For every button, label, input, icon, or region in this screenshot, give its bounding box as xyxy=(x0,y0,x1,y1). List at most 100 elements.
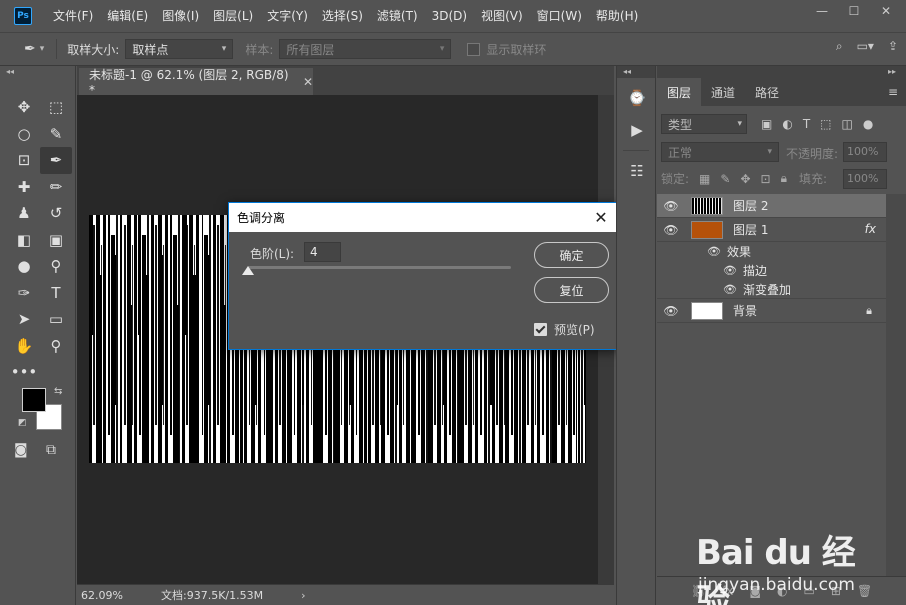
screen-mode-icon[interactable]: ⧉ xyxy=(46,442,56,458)
actions-panel-icon[interactable]: ▶ xyxy=(617,114,657,146)
properties-panel-icon[interactable]: ☷ xyxy=(617,155,657,187)
show-ring-checkbox[interactable] xyxy=(467,42,481,56)
visibility-eye-icon[interactable]: 👁︎ xyxy=(723,264,737,277)
swap-colors-icon[interactable]: ⇆ xyxy=(54,386,62,397)
fx-icon[interactable]: fx xyxy=(865,222,876,236)
move-tool-icon[interactable]: ✥ xyxy=(8,94,40,121)
pen-tool-icon[interactable]: ✑ xyxy=(8,280,40,307)
close-icon[interactable]: ✕ xyxy=(303,75,313,89)
levels-input[interactable] xyxy=(304,242,341,262)
lock-position-icon[interactable]: ✥ xyxy=(740,172,750,186)
adjustment-filter-icon[interactable]: ◐ xyxy=(782,117,792,131)
expand-icon[interactable]: ▸▸ xyxy=(657,66,906,78)
healing-brush-tool-icon[interactable]: ✚ xyxy=(8,174,40,201)
chevron-down-icon[interactable]: ▾ xyxy=(40,44,45,54)
menu-3d[interactable]: 3D(D) xyxy=(425,0,474,32)
effects-row[interactable]: 👁︎ 效果 xyxy=(657,242,886,261)
share-icon[interactable]: ⇪ xyxy=(888,39,898,54)
default-colors-icon[interactable]: ◩ xyxy=(18,418,27,428)
ok-button[interactable]: 确定 xyxy=(534,242,609,268)
maximize-button[interactable]: ☐ xyxy=(838,0,870,22)
search-icon[interactable]: ⌕ xyxy=(836,39,843,54)
menu-filter[interactable]: 滤镜(T) xyxy=(370,0,425,32)
quick-select-tool-icon[interactable]: ✎ xyxy=(40,121,72,148)
eyedropper-tool-icon[interactable]: ✒ xyxy=(40,147,72,174)
layer-row[interactable]: 👁︎ 图层 1 fx xyxy=(657,218,886,242)
sample-select[interactable]: 所有图层 ▾ xyxy=(279,39,452,59)
stamp-tool-icon[interactable]: ♟ xyxy=(8,200,40,227)
tab-layers[interactable]: 图层 xyxy=(657,78,702,106)
brush-tool-icon[interactable]: ✏ xyxy=(40,174,72,201)
lock-all-icon[interactable]: 🔒︎ xyxy=(781,171,787,186)
eraser-tool-icon[interactable]: ◧ xyxy=(8,227,40,254)
visibility-eye-icon[interactable]: 👁︎ xyxy=(723,283,737,296)
gradient-tool-icon[interactable]: ▣ xyxy=(40,227,72,254)
preview-checkbox-row[interactable]: 预览(P) xyxy=(534,321,595,338)
sample-size-select[interactable]: 取样点 ▾ xyxy=(125,39,234,59)
close-window-button[interactable]: ✕ xyxy=(870,0,902,22)
lasso-tool-icon[interactable]: ○ xyxy=(8,121,40,148)
fill-input[interactable]: 100% xyxy=(843,169,887,189)
pixel-filter-icon[interactable]: ▣ xyxy=(761,117,772,131)
path-select-tool-icon[interactable]: ➤ xyxy=(8,306,40,333)
layer-row[interactable]: 👁︎ 图层 2 xyxy=(657,194,886,218)
menu-window[interactable]: 窗口(W) xyxy=(530,0,589,32)
more-tools-icon[interactable]: ••• xyxy=(8,359,40,386)
rectangle-tool-icon[interactable]: ▭ xyxy=(40,306,72,333)
history-brush-tool-icon[interactable]: ↺ xyxy=(40,200,72,227)
lock-image-icon[interactable]: ✎ xyxy=(720,172,730,186)
tab-channels[interactable]: 通道 xyxy=(701,78,745,106)
history-panel-icon[interactable]: ⌚ xyxy=(617,82,657,114)
collapse-icon[interactable]: ◂◂ xyxy=(0,66,75,78)
panel-menu-icon[interactable]: ≡ xyxy=(888,85,898,99)
menu-edit[interactable]: 编辑(E) xyxy=(100,0,155,32)
menu-select[interactable]: 选择(S) xyxy=(315,0,370,32)
effects-label: 效果 xyxy=(726,245,751,259)
menu-help[interactable]: 帮助(H) xyxy=(589,0,645,32)
close-icon[interactable]: ✕ xyxy=(590,206,612,228)
layer-row[interactable]: 👁︎ 背景 🔒︎ xyxy=(657,299,886,323)
marquee-tool-icon[interactable]: ⬚ xyxy=(40,94,72,121)
hand-tool-icon[interactable]: ✋ xyxy=(8,333,40,360)
effect-gradient-overlay-row[interactable]: 👁︎ 渐变叠加 xyxy=(657,280,886,299)
blend-mode-select[interactable]: 正常 ▾ xyxy=(661,142,779,162)
levels-slider[interactable] xyxy=(248,266,511,269)
reset-button[interactable]: 复位 xyxy=(534,277,609,303)
quick-mask-icon[interactable]: ◙ xyxy=(14,442,28,458)
visibility-eye-icon[interactable]: 👁︎ xyxy=(707,245,721,258)
type-tool-icon[interactable]: T xyxy=(40,280,72,307)
minimize-button[interactable]: — xyxy=(806,0,838,22)
menu-layer[interactable]: 图层(L) xyxy=(206,0,260,32)
document-tab[interactable]: 未标题-1 @ 62.1% (图层 2, RGB/8) * ✕ xyxy=(79,68,313,97)
type-filter-icon[interactable]: T xyxy=(803,117,810,131)
visibility-eye-icon[interactable]: 👁︎ xyxy=(657,199,685,213)
menu-type[interactable]: 文字(Y) xyxy=(260,0,315,32)
blur-tool-icon[interactable]: ● xyxy=(8,253,40,280)
preview-checkbox[interactable] xyxy=(534,323,547,336)
menu-view[interactable]: 视图(V) xyxy=(474,0,530,32)
dodge-tool-icon[interactable]: ⚲ xyxy=(40,253,72,280)
lock-transparent-icon[interactable]: ▦ xyxy=(699,172,710,186)
lock-artboard-icon[interactable]: ⊡ xyxy=(761,172,771,186)
workspace-icon[interactable]: ▭▾ xyxy=(857,39,874,54)
menu-image[interactable]: 图像(I) xyxy=(155,0,206,32)
zoom-level[interactable]: 62.09% xyxy=(81,589,129,602)
layers-scrollbar[interactable] xyxy=(886,194,906,576)
eyedropper-icon[interactable]: ✒ xyxy=(24,41,36,57)
foreground-color-swatch[interactable] xyxy=(22,388,46,412)
tab-paths[interactable]: 路径 xyxy=(745,78,789,106)
effect-stroke-row[interactable]: 👁︎ 描边 xyxy=(657,261,886,280)
layer-filter-select[interactable]: 类型 ▾ xyxy=(661,114,747,134)
shape-filter-icon[interactable]: ⬚ xyxy=(820,117,831,131)
smart-object-filter-icon[interactable]: ◫ xyxy=(842,117,853,131)
collapse-icon[interactable]: ◂◂ xyxy=(617,66,655,78)
visibility-eye-icon[interactable]: 👁︎ xyxy=(657,304,685,318)
menu-file[interactable]: 文件(F) xyxy=(46,0,100,32)
crop-tool-icon[interactable]: ⊡ xyxy=(8,147,40,174)
visibility-eye-icon[interactable]: 👁︎ xyxy=(657,223,685,237)
levels-slider-thumb[interactable] xyxy=(242,266,254,275)
opacity-input[interactable]: 100% xyxy=(843,142,887,162)
chevron-right-icon[interactable]: › xyxy=(301,589,305,602)
zoom-tool-icon[interactable]: ⚲ xyxy=(40,333,72,360)
filter-toggle-icon[interactable]: ● xyxy=(863,117,873,131)
